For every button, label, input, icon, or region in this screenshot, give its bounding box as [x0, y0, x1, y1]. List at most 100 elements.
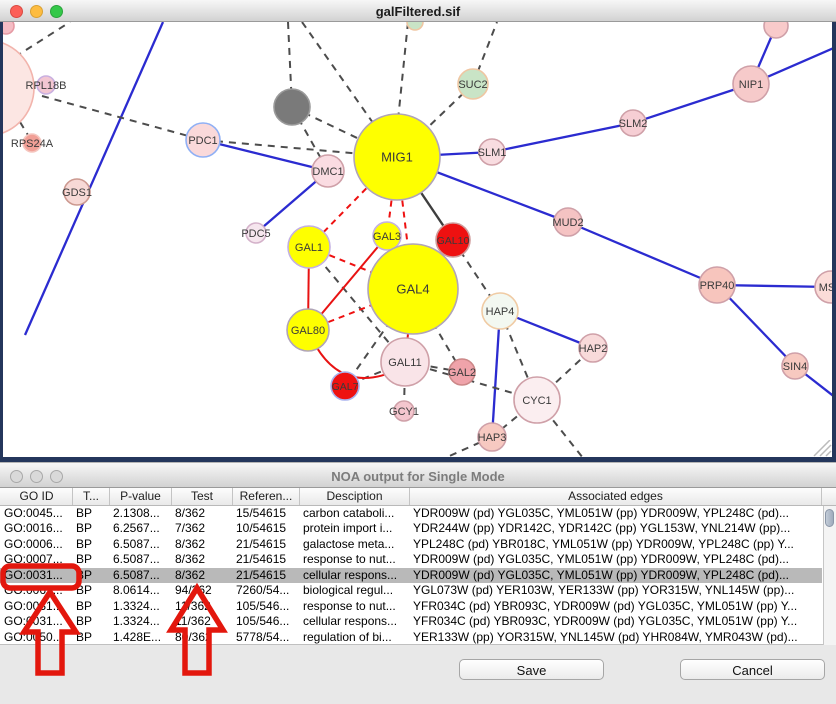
- table-cell: 105/546...: [233, 599, 304, 614]
- table-cell: biological regul...: [300, 583, 414, 598]
- network-window-title: galFiltered.sif: [0, 4, 836, 19]
- table-row[interactable]: GO:0006...BP6.5087...8/36221/54615galact…: [0, 537, 822, 552]
- table-cell: 2.1308...: [110, 506, 176, 521]
- table-cell: YDR009W (pd) YGL035C, YML051W (pp) YDR00…: [410, 568, 826, 583]
- table-row[interactable]: GO:0031...BP1.3324...11/362105/546...res…: [0, 599, 822, 614]
- edge: [25, 22, 163, 335]
- column-header-0[interactable]: GO ID: [1, 488, 73, 505]
- table-cell: 11/362: [172, 614, 237, 629]
- table-cell: 8/362: [172, 552, 237, 567]
- table-cell: BP: [73, 552, 114, 567]
- table-body[interactable]: GO:0045...BP2.1308...8/36215/54615carbon…: [0, 506, 836, 645]
- column-header-1[interactable]: T...: [73, 488, 110, 505]
- node-label-GAL80: GAL80: [291, 325, 325, 337]
- node-label-NIP1: NIP1: [739, 79, 763, 91]
- table-cell: GO:0007...: [1, 552, 77, 567]
- table-cell: cellular respons...: [300, 568, 414, 583]
- table-row[interactable]: GO:0050...BP1.428E...80/3625778/54...reg…: [0, 630, 822, 645]
- table-cell: BP: [73, 614, 114, 629]
- table-cell: BP: [73, 568, 114, 583]
- table-row[interactable]: GO:0007...BP6.5087...8/36221/54615respon…: [0, 552, 822, 567]
- node-label-HAP2: HAP2: [579, 343, 608, 355]
- table-cell: BP: [73, 630, 114, 645]
- node-label-CYC1: CYC1: [522, 395, 551, 407]
- save-button[interactable]: Save: [459, 659, 604, 680]
- table-cell: regulation of bi...: [300, 630, 414, 645]
- table-row[interactable]: GO:0031...BP1.3324...11/362105/546...cel…: [0, 614, 822, 629]
- table-cell: BP: [73, 521, 114, 536]
- column-header-2[interactable]: P-value: [110, 488, 172, 505]
- table-cell: GO:0016...: [1, 521, 77, 536]
- node-label-DMC1: DMC1: [312, 166, 343, 178]
- table-cell: 8.0614...: [110, 583, 176, 598]
- table-cell: YPL248C (pd) YBR018C, YML051W (pp) YDR00…: [410, 537, 826, 552]
- table-cell: GO:0031...: [1, 568, 77, 583]
- node-label-PDC1: PDC1: [188, 135, 217, 147]
- node-label-SLM1: SLM1: [478, 147, 507, 159]
- table-header-row[interactable]: GO IDT...P-valueTestReferen...Desciption…: [0, 488, 836, 506]
- node-label-GAL10: GAL10: [437, 235, 470, 247]
- node-label-GAL4: GAL4: [396, 281, 429, 296]
- table-cell: 1.428E...: [110, 630, 176, 645]
- table-cell: BP: [73, 599, 114, 614]
- edge: [398, 22, 408, 120]
- table-cell: YDR009W (pd) YGL035C, YML051W (pp) YDR00…: [410, 506, 826, 521]
- node-label-GAL11: GAL11: [388, 357, 421, 369]
- node-top-right-frag[interactable]: [764, 22, 788, 38]
- table-cell: 80/362: [172, 630, 237, 645]
- network-window-titlebar[interactable]: galFiltered.sif: [0, 0, 836, 22]
- network-canvas[interactable]: RPL18BRPS24AGDS1PDC1DMC1MIG1SUC2SLM1SLM2…: [3, 22, 832, 457]
- node-label-HAP3: HAP3: [478, 432, 507, 444]
- table-cell: GO:0065...: [1, 583, 77, 598]
- column-header-6[interactable]: Associated edges: [410, 488, 822, 505]
- column-header-3[interactable]: Test: [172, 488, 233, 505]
- table-cell: YFR034C (pd) YBR093C, YDR009W (pd) YGL03…: [410, 614, 826, 629]
- table-cell: 8/362: [172, 537, 237, 552]
- table-cell: GO:0045...: [1, 506, 77, 521]
- table-cell: galactose meta...: [300, 537, 414, 552]
- table-cell: GO:0031...: [1, 614, 77, 629]
- table-cell: 6.2567...: [110, 521, 176, 536]
- node-green-frag[interactable]: [407, 22, 423, 30]
- table-cell: 21/54615: [233, 568, 304, 583]
- table-cell: response to nut...: [300, 599, 414, 614]
- table-row[interactable]: GO:0016...BP6.2567...7/36210/54615protei…: [0, 521, 822, 536]
- node-label-RPS24A: RPS24A: [11, 138, 54, 150]
- table-cell: 8/362: [172, 506, 237, 521]
- table-cell: YGL073W (pd) YER103W, YER133W (pp) YOR31…: [410, 583, 826, 598]
- resize-grip-icon[interactable]: [810, 440, 832, 457]
- table-cell: response to nut...: [300, 552, 414, 567]
- table-row[interactable]: GO:0045...BP2.1308...8/36215/54615carbon…: [0, 506, 822, 521]
- node-label-GDS1: GDS1: [62, 187, 92, 199]
- table-cell: 8/362: [172, 568, 237, 583]
- node-label-PRP40: PRP40: [700, 280, 735, 292]
- screen: { "network_window": { "title": "galFilte…: [0, 0, 836, 704]
- node-corner-frag[interactable]: [3, 22, 14, 34]
- table-cell: BP: [73, 506, 114, 521]
- table-cell: protein import i...: [300, 521, 414, 536]
- table-cell: YER133W (pp) YOR315W, YNL145W (pd) YHR08…: [410, 630, 826, 645]
- column-header-4[interactable]: Referen...: [233, 488, 300, 505]
- table-row[interactable]: GO:0031...BP6.5087...8/36221/54615cellul…: [0, 568, 822, 583]
- table-cell: GO:0031...: [1, 599, 77, 614]
- table-cell: YDR009W (pd) YGL035C, YML051W (pp) YDR00…: [410, 552, 826, 567]
- node-label-GAL1: GAL1: [295, 242, 323, 254]
- node-label-GAL3: GAL3: [373, 231, 401, 243]
- table-cell: 1.3324...: [110, 614, 176, 629]
- node-label-SUC2: SUC2: [458, 79, 487, 91]
- network-frame-left: [0, 22, 3, 462]
- node-label-GCY1: GCY1: [389, 406, 419, 418]
- table-cell: 7/362: [172, 521, 237, 536]
- node-GRAY[interactable]: [274, 89, 310, 125]
- table-cell: 21/54615: [233, 552, 304, 567]
- node-label-HAP4: HAP4: [486, 306, 515, 318]
- column-header-5[interactable]: Desciption: [300, 488, 410, 505]
- table-cell: 7260/54...: [233, 583, 304, 598]
- noa-window-titlebar[interactable]: NOA output for Single Mode: [0, 462, 836, 488]
- cancel-button[interactable]: Cancel: [680, 659, 825, 680]
- table-row[interactable]: GO:0065...BP8.0614...94/3627260/54...bio…: [0, 583, 822, 598]
- network-frame-right: [832, 22, 836, 462]
- scrollbar-thumb[interactable]: [825, 509, 834, 527]
- table-cell: 6.5087...: [110, 552, 176, 567]
- node-label-MSN: MSN: [819, 282, 832, 294]
